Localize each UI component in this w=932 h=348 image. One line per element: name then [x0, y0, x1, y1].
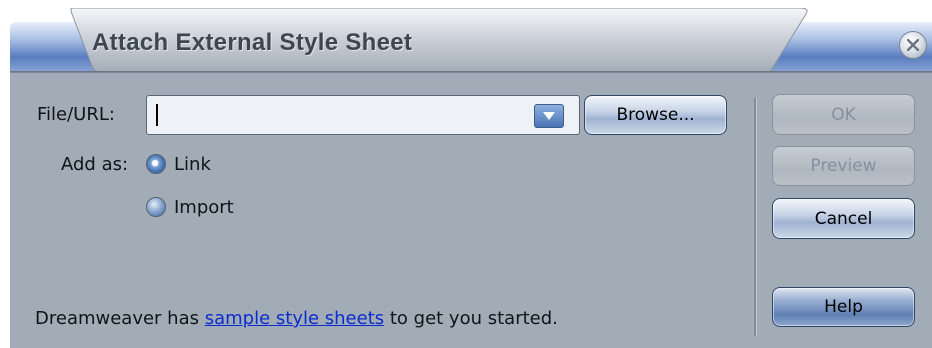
import-radio[interactable]: [146, 197, 166, 217]
hint-prefix: Dreamweaver has: [35, 308, 205, 329]
attach-style-sheet-dialog: Attach External Style Sheet File/URL: Br…: [10, 8, 932, 348]
title-bar[interactable]: Attach External Style Sheet: [10, 8, 932, 72]
add-as-label: Add as:: [61, 154, 129, 175]
help-button[interactable]: Help: [772, 287, 915, 327]
file-url-label: File/URL:: [37, 104, 115, 125]
file-url-dropdown-button[interactable]: [534, 104, 564, 128]
chevron-down-icon: [543, 112, 555, 120]
hint-suffix: to get you started.: [384, 308, 558, 329]
vertical-divider: [754, 98, 757, 336]
import-radio-label[interactable]: Import: [174, 197, 234, 218]
link-radio-label[interactable]: Link: [174, 154, 211, 175]
close-icon: [907, 39, 919, 51]
file-url-input[interactable]: [155, 101, 525, 129]
link-radio[interactable]: [146, 154, 166, 174]
sample-style-sheets-link[interactable]: sample style sheets: [205, 308, 384, 329]
file-url-combobox[interactable]: [146, 95, 580, 135]
dialog-title: Attach External Style Sheet: [92, 29, 413, 56]
text-caret: [156, 104, 158, 126]
preview-button[interactable]: Preview: [772, 146, 915, 186]
cancel-button[interactable]: Cancel: [772, 198, 915, 239]
sample-sheets-hint: Dreamweaver has sample style sheets to g…: [35, 308, 558, 329]
browse-button[interactable]: Browse...: [584, 95, 727, 135]
ok-button[interactable]: OK: [772, 94, 915, 135]
close-button[interactable]: [899, 31, 927, 59]
